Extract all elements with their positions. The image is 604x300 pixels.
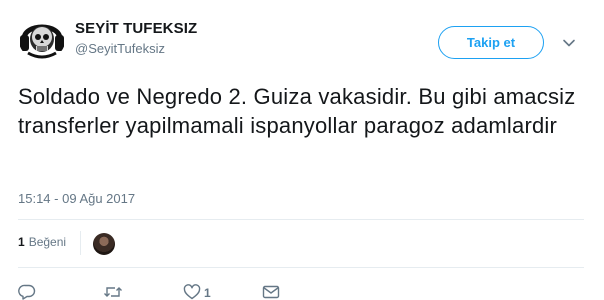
likes-count: 1 (18, 235, 25, 249)
avatar[interactable] (18, 13, 66, 61)
divider (18, 267, 584, 268)
tweet-text: Soldado ve Negredo 2. Guiza vakasidir. B… (18, 84, 576, 138)
reply-icon[interactable] (18, 284, 36, 300)
heart-icon[interactable] (183, 284, 201, 300)
author-display-name[interactable]: SEYİT TUFEKSIZ (75, 20, 197, 37)
divider (18, 219, 584, 220)
tweet-timestamp[interactable]: 15:14 - 09 Ağu 2017 (18, 191, 135, 206)
stats-separator (80, 231, 81, 255)
retweet-icon[interactable] (103, 284, 123, 300)
envelope-icon[interactable] (262, 284, 280, 300)
chevron-down-icon[interactable] (562, 36, 576, 50)
skull-headphones-icon (20, 24, 64, 59)
liker-avatar[interactable] (93, 233, 115, 255)
follow-button[interactable]: Takip et (438, 26, 544, 59)
likes-label: Beğeni (28, 235, 67, 249)
like-count: 1 (204, 286, 211, 300)
likes-stat[interactable]: 1 Beğeni (18, 235, 66, 249)
author-screen-name[interactable]: @SeyitTufeksiz (75, 41, 165, 56)
